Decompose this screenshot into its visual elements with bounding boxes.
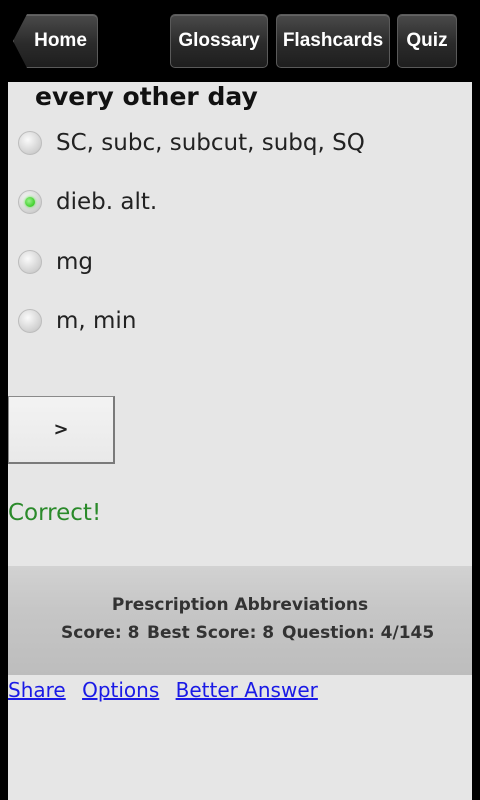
question-text: every other day xyxy=(35,82,258,111)
radio-button[interactable] xyxy=(18,131,42,155)
home-button[interactable]: Home xyxy=(13,14,98,68)
radio-button[interactable] xyxy=(18,250,42,274)
question-counter: Question: 4/145 xyxy=(282,623,435,643)
score-panel: Prescription Abbreviations Score: 8 Best… xyxy=(8,566,472,675)
footer-links: Share Options Better Answer xyxy=(8,678,328,702)
radio-button-selected[interactable] xyxy=(18,190,42,214)
best-score-value: Best Score: 8 xyxy=(147,623,275,643)
options-link[interactable]: Options xyxy=(82,678,159,702)
quiz-button[interactable]: Quiz xyxy=(397,14,457,68)
answer-label: dieb. alt. xyxy=(56,189,158,215)
radio-button[interactable] xyxy=(18,309,42,333)
share-link[interactable]: Share xyxy=(8,678,66,702)
next-question-button[interactable]: > xyxy=(8,396,115,464)
glossary-button[interactable]: Glossary xyxy=(170,14,268,68)
answer-label: SC, subc, subcut, subq, SQ xyxy=(56,130,365,156)
answer-label: m, min xyxy=(56,308,137,334)
better-answer-link[interactable]: Better Answer xyxy=(176,678,318,702)
feedback-text: Correct! xyxy=(8,500,102,526)
flashcards-button[interactable]: Flashcards xyxy=(276,14,390,68)
top-toolbar: Home Glossary Flashcards Quiz xyxy=(0,0,480,82)
score-value: Score: 8 xyxy=(61,623,140,643)
set-title: Prescription Abbreviations xyxy=(111,595,369,615)
answer-label: mg xyxy=(56,249,94,275)
quiz-content: every other day SC, subc, subcut, subq, … xyxy=(8,82,472,800)
